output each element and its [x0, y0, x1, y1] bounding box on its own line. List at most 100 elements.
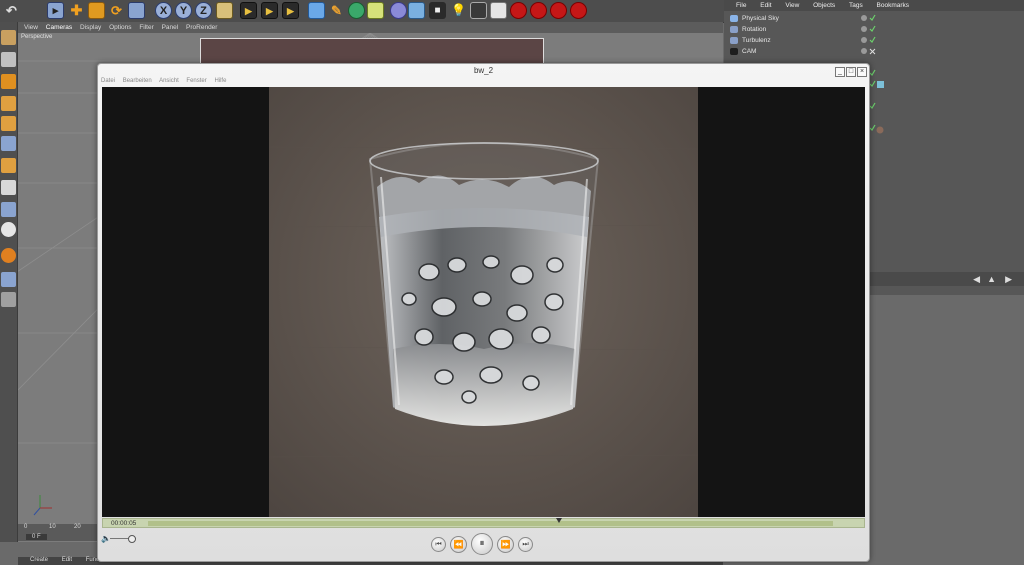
- deformer-icon[interactable]: [390, 2, 407, 19]
- pause-icon: ⏸: [479, 538, 485, 549]
- workplane-icon[interactable]: [1, 248, 16, 263]
- skip-forward-button[interactable]: ⏭: [518, 537, 533, 552]
- nav-back-icon[interactable]: ◀: [973, 274, 980, 285]
- viewport-menu-view[interactable]: View: [24, 22, 38, 33]
- viewport-menu-cameras[interactable]: Cameras: [46, 22, 72, 33]
- nav-forward-icon[interactable]: ▶: [1005, 274, 1012, 285]
- video-player-window[interactable]: bw_2 _ □ × Datei Bearbeiten Ansicht Fens…: [97, 63, 870, 562]
- lock-workplane-icon[interactable]: [1, 272, 16, 287]
- sky-icon: [730, 14, 738, 22]
- timeline-tick-20: 20: [74, 524, 81, 530]
- axis-gizmo: [33, 495, 52, 516]
- om-menu-bookmarks[interactable]: Bookmarks: [877, 0, 910, 11]
- model-mode-icon[interactable]: [1, 74, 16, 89]
- tweak-mode-icon[interactable]: [1, 202, 16, 217]
- nav-up-icon[interactable]: ▲: [987, 274, 996, 284]
- plugin-red-icon-4[interactable]: [570, 2, 587, 19]
- axis-mode-icon[interactable]: [1, 180, 16, 195]
- player-menu: Datei Bearbeiten Ansicht Fenster Hilfe: [101, 78, 232, 87]
- plugin-red-icon-2[interactable]: [530, 2, 547, 19]
- main-toolbar: ↶ ▸ ✚ ⟳ X Y Z ▶ ▶ ▶ ✎ ■ 💡: [0, 0, 724, 23]
- player-menu-bearbeiten[interactable]: Bearbeiten: [123, 78, 152, 84]
- rotate-tool-icon[interactable]: ⟳: [108, 2, 125, 19]
- camera-icon: [730, 47, 738, 55]
- coordinate-system-icon[interactable]: [216, 2, 233, 19]
- player-menu-fenster[interactable]: Fenster: [186, 78, 206, 84]
- water-glass-render: [269, 87, 698, 517]
- plugin-red-icon-3[interactable]: [550, 2, 567, 19]
- material-icon[interactable]: [470, 2, 487, 19]
- om-menu-tags[interactable]: Tags: [849, 0, 863, 11]
- texture-mode-icon[interactable]: [1, 52, 16, 67]
- rewind-button[interactable]: ⏪: [450, 536, 467, 553]
- z-axis-lock-button[interactable]: Z: [195, 2, 212, 19]
- player-menu-hilfe[interactable]: Hilfe: [214, 78, 226, 84]
- polygon-mode-icon[interactable]: [1, 136, 16, 151]
- player-window-title: bw_2: [473, 66, 494, 75]
- bottom-menu-edit[interactable]: Edit: [62, 557, 72, 563]
- pen-tool-icon[interactable]: ✎: [328, 2, 345, 19]
- y-axis-lock-button[interactable]: Y: [175, 2, 192, 19]
- viewport-menu-options[interactable]: Options: [109, 22, 131, 33]
- frame-field[interactable]: 0 F: [26, 534, 47, 540]
- point-mode-icon[interactable]: [1, 96, 16, 111]
- viewport-menu-filter[interactable]: Filter: [139, 22, 153, 33]
- viewport-menu-display[interactable]: Display: [80, 22, 101, 33]
- timeline-tick-10: 10: [49, 524, 56, 530]
- bottom-menu-create[interactable]: Create: [30, 557, 48, 563]
- om-menu-file[interactable]: File: [736, 0, 746, 11]
- x-axis-lock-button[interactable]: X: [155, 2, 172, 19]
- viewport-menu-panel[interactable]: Panel: [162, 22, 179, 33]
- cloner-icon[interactable]: [367, 2, 384, 19]
- skip-forward-icon: ⏭: [522, 540, 529, 548]
- floor-icon[interactable]: [408, 2, 425, 19]
- fast-forward-button[interactable]: ⏩: [497, 536, 514, 553]
- attribute-manager: [868, 295, 1024, 565]
- pause-button[interactable]: ⏸: [471, 533, 493, 555]
- object-name: Physical Sky: [742, 15, 779, 22]
- subdivision-surface-icon[interactable]: [348, 2, 365, 19]
- player-menu-ansicht[interactable]: Ansicht: [159, 78, 179, 84]
- seek-bar[interactable]: 00:00:05: [102, 518, 865, 528]
- om-menu-view[interactable]: View: [785, 0, 799, 11]
- edge-mode-icon[interactable]: [1, 116, 16, 131]
- camera-icon[interactable]: ■: [429, 2, 446, 19]
- maximize-button[interactable]: □: [846, 67, 856, 77]
- picture-viewer-icon[interactable]: [490, 2, 507, 19]
- light-icon[interactable]: 💡: [450, 2, 467, 19]
- video-frame[interactable]: [102, 87, 865, 517]
- render-settings-icon[interactable]: ▶: [282, 2, 299, 19]
- scale-tool-icon[interactable]: [88, 2, 105, 19]
- om-menu-edit[interactable]: Edit: [760, 0, 771, 11]
- render-view-icon[interactable]: ▶: [240, 2, 257, 19]
- cube-object-icon[interactable]: [308, 2, 325, 19]
- rewind-icon: ⏪: [453, 540, 464, 549]
- close-button[interactable]: ×: [857, 67, 867, 77]
- make-editable-icon[interactable]: [1, 30, 16, 45]
- undo-icon[interactable]: ↶: [3, 2, 20, 19]
- render-picture-viewer-icon[interactable]: ▶: [261, 2, 278, 19]
- left-tool-palette: [0, 22, 18, 542]
- minimize-button[interactable]: _: [835, 67, 845, 77]
- om-menu-objects[interactable]: Objects: [813, 0, 835, 11]
- playhead[interactable]: [556, 518, 562, 523]
- move-tool-icon[interactable]: ✚: [68, 2, 85, 19]
- uv-mode-icon[interactable]: [1, 158, 16, 173]
- seek-track: [148, 521, 833, 526]
- timeline-tick-0: 0: [24, 524, 28, 530]
- plugin-red-icon-1[interactable]: [510, 2, 527, 19]
- viewport-menu-prorender[interactable]: ProRender: [186, 22, 217, 33]
- layers-icon[interactable]: [1, 292, 16, 307]
- skip-back-button[interactable]: ⏮: [431, 537, 446, 552]
- snap-icon[interactable]: [1, 222, 16, 237]
- fast-forward-icon: ⏩: [500, 540, 511, 549]
- select-tool-icon[interactable]: ▸: [47, 2, 64, 19]
- object-manager-menu: File Edit View Objects Tags Bookmarks: [724, 0, 1024, 11]
- player-menu-datei[interactable]: Datei: [101, 78, 115, 84]
- volume-knob[interactable]: [127, 535, 136, 543]
- turbulence-icon: [730, 36, 738, 44]
- timecode: 00:00:05: [111, 520, 137, 527]
- object-name: Turbulenz: [742, 37, 771, 44]
- recent-tool-icon[interactable]: [128, 2, 145, 19]
- object-name: CAM: [742, 48, 757, 55]
